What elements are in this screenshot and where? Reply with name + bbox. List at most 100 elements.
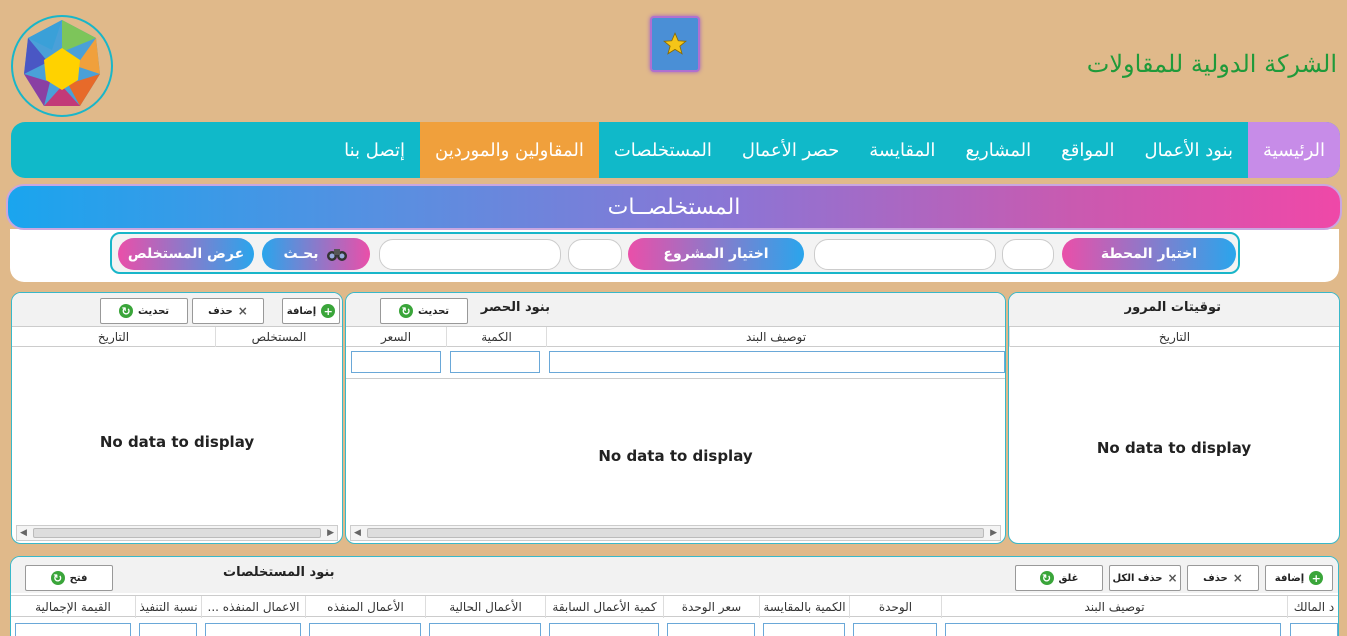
nav-item-work-survey[interactable]: حصر الأعمال — [727, 122, 854, 178]
column-header-date[interactable]: التاريخ — [12, 327, 215, 347]
close-label: غلق — [1058, 572, 1079, 584]
close-icon: × — [1167, 571, 1178, 585]
horizontal-scrollbar[interactable]: ◀ ▶ — [16, 525, 338, 541]
column-header-row: التاريخ — [1009, 327, 1339, 347]
filter-executed-works[interactable] — [309, 623, 421, 636]
column-header-boq-quantity[interactable]: الكمية بالمقايسة — [759, 596, 849, 618]
filter-executed-works-value[interactable] — [205, 623, 301, 636]
column-header-unit-price[interactable]: سعر الوحدة — [663, 596, 759, 618]
refresh-button[interactable]: ↻ تحديث — [100, 298, 188, 324]
filter-price[interactable] — [351, 351, 441, 373]
add-button[interactable]: إضافة + — [282, 298, 340, 324]
nav-item-contractors[interactable]: المقاولين والموردين — [420, 122, 599, 178]
column-header-previous-quantity[interactable]: كمية الأعمال السابقة — [545, 596, 663, 618]
column-header-item-description[interactable]: توصيف البند — [941, 596, 1287, 618]
column-header-owner[interactable]: د المالك — [1287, 596, 1338, 618]
scroll-thumb[interactable] — [33, 528, 321, 538]
empty-message: No data to display — [598, 447, 753, 465]
close-button[interactable]: ↻ غلق — [1015, 565, 1103, 591]
horizontal-scrollbar[interactable]: ◀ ▶ — [350, 525, 1001, 541]
refresh-label: تحديث — [417, 305, 450, 317]
scroll-thumb[interactable] — [367, 528, 984, 538]
filter-unit[interactable] — [853, 623, 937, 636]
filter-bar: اختيار المحطة اختيار المشروع بحـث عرض ال… — [110, 232, 1240, 274]
refresh-icon: ↻ — [1039, 571, 1054, 585]
traffic-times-panel: توقيتات المرور التاريخ No data to displa… — [1008, 292, 1340, 544]
column-header-price[interactable]: السعر — [346, 327, 446, 347]
scroll-right-icon[interactable]: ▶ — [327, 528, 334, 538]
filter-total-value[interactable] — [15, 623, 131, 636]
station-code-field[interactable] — [1002, 239, 1054, 270]
open-button[interactable]: ↻ فتح — [25, 565, 113, 591]
nav-item-bill-of-quantities[interactable]: المقايسة — [854, 122, 950, 178]
add-button[interactable]: إضافة + — [1265, 565, 1333, 591]
column-header-row: د المالك توصيف البند الوحدة الكمية بالمق… — [11, 595, 1338, 618]
delete-button[interactable]: حذف × — [1187, 565, 1259, 591]
nav-item-extracts[interactable]: المستخلصات — [599, 122, 727, 178]
open-label: فتح — [69, 572, 88, 584]
add-label: إضافة — [1274, 572, 1305, 584]
delete-label: حذف — [1203, 572, 1228, 584]
show-extract-button[interactable]: عرض المستخلص — [118, 238, 254, 270]
add-label: إضافة — [286, 305, 317, 317]
column-header-completion-ratio[interactable]: نسبة التنفيذ — [135, 596, 201, 618]
panel-header: بنود المستخلصات ↻ فتح ↻ غلق حذف الكل × ح… — [11, 557, 1338, 593]
filter-item-description[interactable] — [549, 351, 1005, 373]
extracts-panel: إضافة + حذف × ↻ تحديث المستخلص التاريخ N… — [11, 292, 343, 544]
search-button[interactable]: بحـث — [262, 238, 370, 270]
refresh-label: تحديث — [137, 305, 170, 317]
delete-button[interactable]: حذف × — [192, 298, 264, 324]
filter-boq-quantity[interactable] — [763, 623, 845, 636]
refresh-button[interactable]: ↻ تحديث — [380, 298, 468, 324]
scroll-right-icon[interactable]: ▶ — [990, 528, 997, 538]
station-select-button[interactable]: اختيار المحطة — [1062, 238, 1236, 270]
add-icon: + — [1309, 571, 1324, 585]
empty-message: No data to display — [99, 433, 255, 451]
filter-unit-price[interactable] — [667, 623, 755, 636]
filter-item-description[interactable] — [945, 623, 1281, 636]
extract-items-title: بنود المستخلصات — [223, 565, 335, 580]
nav-item-work-items[interactable]: بنود الأعمال — [1130, 122, 1248, 178]
nav-item-contact[interactable]: إتصل بنا — [329, 122, 420, 178]
scroll-left-icon[interactable]: ◀ — [20, 528, 27, 538]
column-header-item-description[interactable]: توصيف البند — [546, 327, 1005, 347]
scroll-left-icon[interactable]: ◀ — [354, 528, 361, 538]
filter-quantity[interactable] — [450, 351, 540, 373]
filter-row — [11, 619, 1338, 636]
nav-item-sites[interactable]: المواقع — [1046, 122, 1129, 178]
panel-header: توقيتات المرور — [1009, 293, 1339, 327]
empty-message: No data to display — [1096, 439, 1252, 457]
nav-item-projects[interactable]: المشاريع — [950, 122, 1046, 178]
column-header-total-value[interactable]: القيمة الإجمالية — [11, 596, 135, 618]
delete-all-button[interactable]: حذف الكل × — [1109, 565, 1181, 591]
station-name-field[interactable] — [814, 239, 996, 270]
column-header-date[interactable]: التاريخ — [1009, 327, 1339, 347]
filter-previous-quantity[interactable] — [549, 623, 659, 636]
project-select-button[interactable]: اختيار المشروع — [628, 238, 804, 270]
favorite-button[interactable] — [650, 16, 700, 72]
column-header-unit[interactable]: الوحدة — [849, 596, 941, 618]
filter-row — [346, 347, 1005, 379]
delete-label: حذف — [208, 305, 233, 317]
refresh-icon: ↻ — [118, 304, 133, 318]
main-nav: الرئيسية بنود الأعمال المواقع المشاريع ا… — [11, 122, 1340, 178]
refresh-icon: ↻ — [398, 304, 413, 318]
column-header-current-works[interactable]: الأعمال الحالية — [425, 596, 545, 618]
page-title: المستخلصــات — [6, 184, 1342, 230]
extract-items-panel: بنود المستخلصات ↻ فتح ↻ غلق حذف الكل × ح… — [10, 556, 1339, 636]
column-header-extract[interactable]: المستخلص — [215, 327, 342, 347]
survey-items-panel: بنود الحصر ↻ تحديث توصيف البند الكمية ال… — [345, 292, 1006, 544]
filter-owner[interactable] — [1290, 623, 1338, 636]
filter-completion-ratio[interactable] — [139, 623, 197, 636]
column-header-row: توصيف البند الكمية السعر — [346, 327, 1005, 347]
filter-current-works[interactable] — [429, 623, 541, 636]
column-header-executed-works-value[interactable]: ... الاعمال المنفذه — [201, 596, 305, 618]
add-icon: + — [321, 304, 336, 318]
project-code-field[interactable] — [568, 239, 622, 270]
project-name-field[interactable] — [379, 239, 561, 270]
nav-item-home[interactable]: الرئيسية — [1248, 122, 1340, 178]
star-icon — [663, 32, 687, 55]
column-header-quantity[interactable]: الكمية — [446, 327, 546, 347]
company-name: الشركة الدولية للمقاولات — [1086, 50, 1337, 78]
column-header-executed-works[interactable]: الأعمال المنفذه — [305, 596, 425, 618]
